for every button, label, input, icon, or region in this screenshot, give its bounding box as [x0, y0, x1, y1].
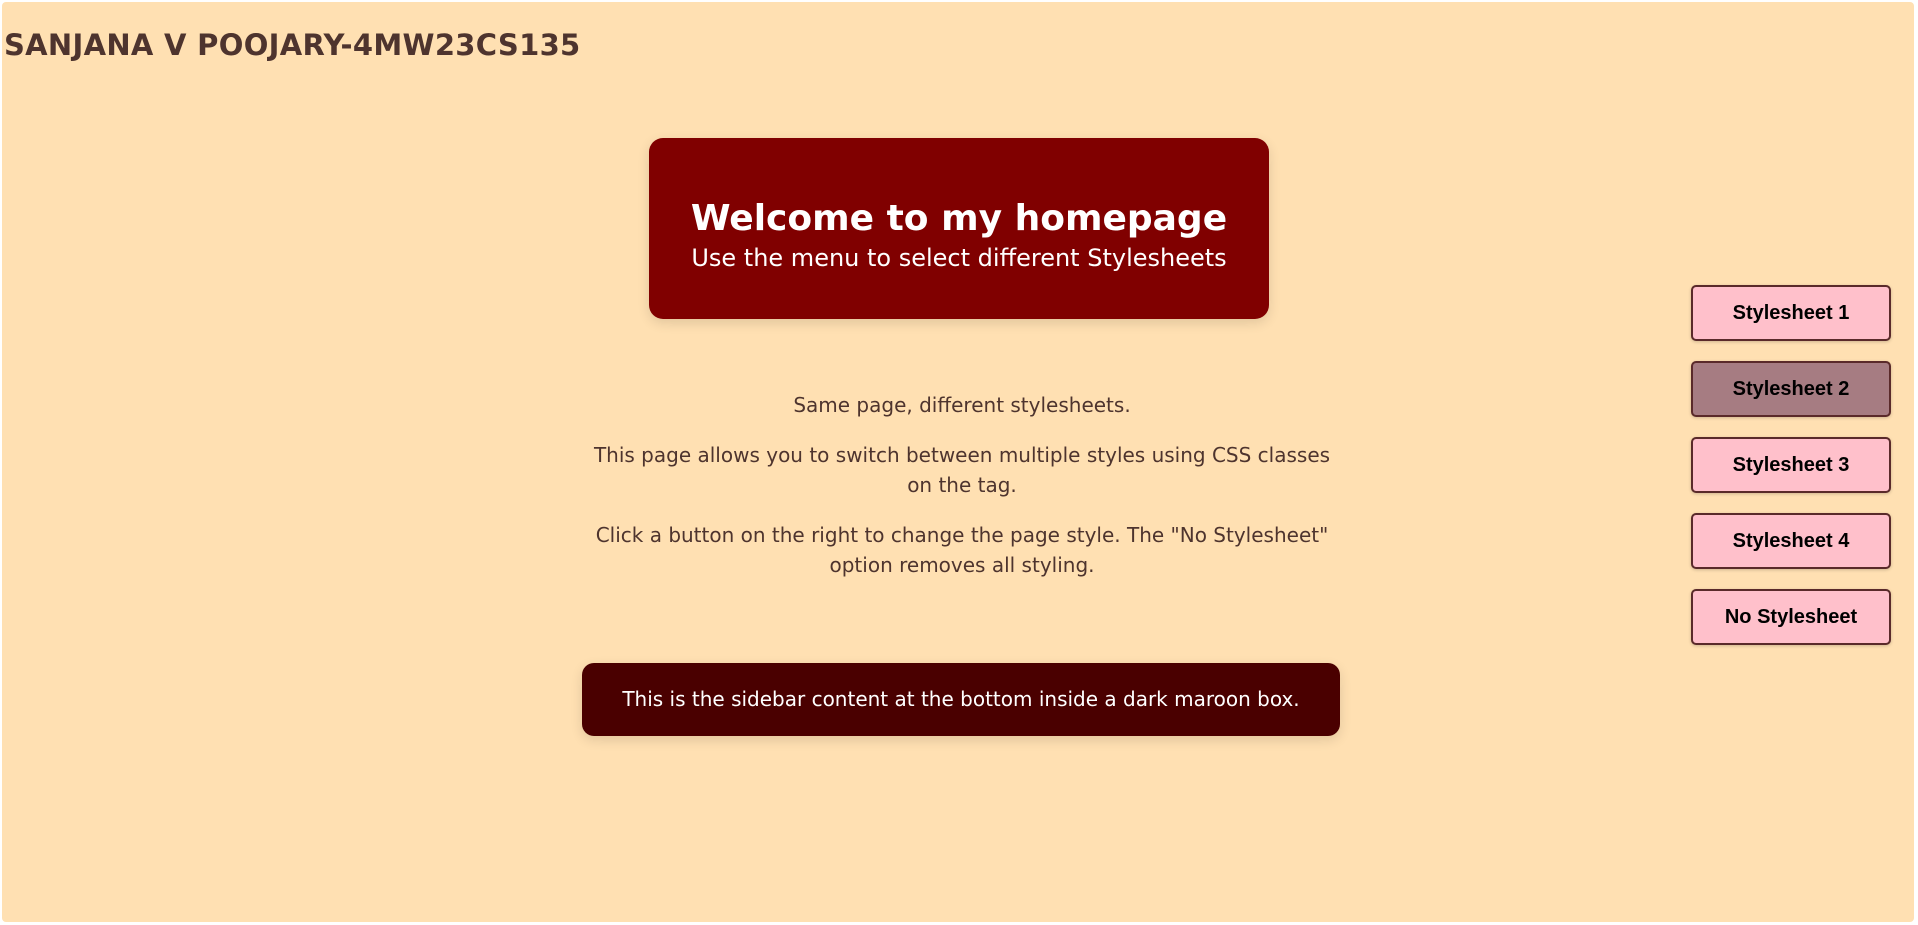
hero-banner: Welcome to my homepage Use the menu to s… — [649, 138, 1269, 319]
no-stylesheet-button[interactable]: No Stylesheet — [1691, 589, 1891, 645]
hero-subtitle: Use the menu to select different Stylesh… — [691, 244, 1227, 272]
stylesheet-4-button[interactable]: Stylesheet 4 — [1691, 513, 1891, 569]
stylesheet-3-button[interactable]: Stylesheet 3 — [1691, 437, 1891, 493]
page: SANJANA V POOJARY-4MW23CS135 Welcome to … — [2, 2, 1914, 922]
page-title: SANJANA V POOJARY-4MW23CS135 — [4, 28, 581, 62]
stylesheet-2-button[interactable]: Stylesheet 2 — [1691, 361, 1891, 417]
stylesheet-menu: Stylesheet 1 Stylesheet 2 Stylesheet 3 S… — [1691, 285, 1891, 665]
hero-title: Welcome to my homepage — [690, 198, 1228, 239]
instructions-paragraph: Click a button on the right to change th… — [595, 523, 1329, 577]
main-content: Same page, different stylesheets. This p… — [582, 390, 1342, 600]
stylesheet-1-button[interactable]: Stylesheet 1 — [1691, 285, 1891, 341]
intro-paragraph: Same page, different stylesheets. — [793, 393, 1131, 417]
sidebar-content-box: This is the sidebar content at the botto… — [582, 663, 1340, 736]
description-paragraph: This page allows you to switch between m… — [593, 443, 1331, 497]
